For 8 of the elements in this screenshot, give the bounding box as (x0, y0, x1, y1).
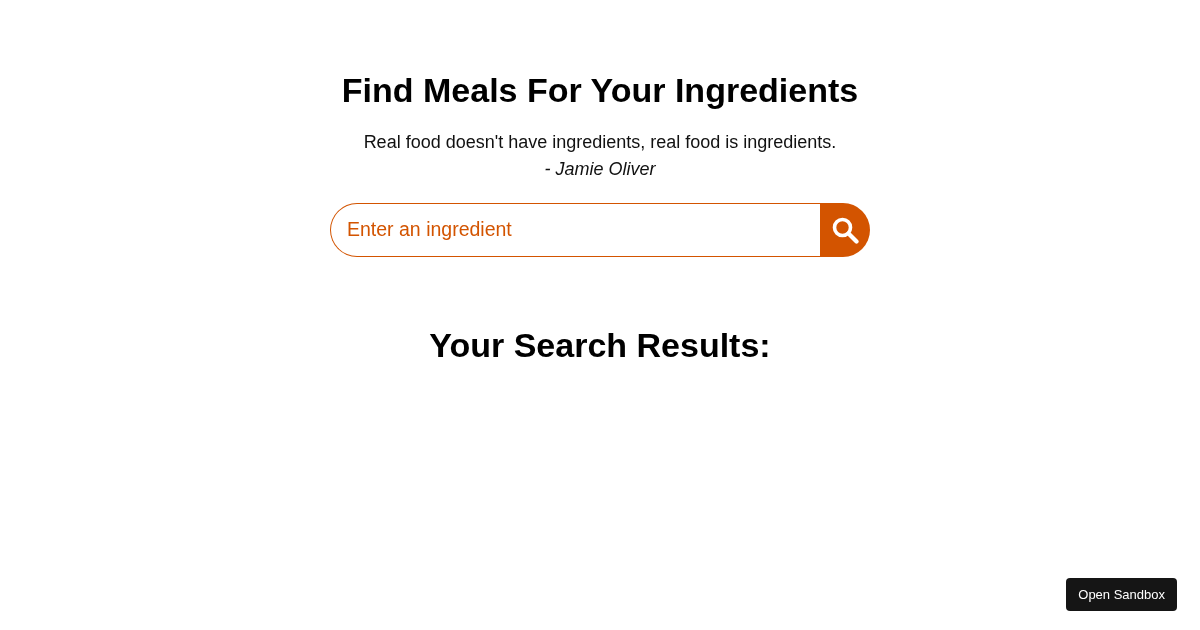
search-icon (831, 215, 859, 244)
open-sandbox-button[interactable]: Open Sandbox (1066, 578, 1177, 611)
search-field[interactable]: Enter an ingredient (330, 202, 820, 257)
quote-text: Real food doesn't have ingredients, real food is ingredients. (363, 130, 837, 154)
results-heading: Your Search Results: (429, 324, 771, 366)
search-button[interactable] (820, 202, 870, 257)
quote-author: - Jamie Oliver (544, 157, 656, 181)
page-heading: Find Meals For Your Ingredients (341, 70, 859, 111)
